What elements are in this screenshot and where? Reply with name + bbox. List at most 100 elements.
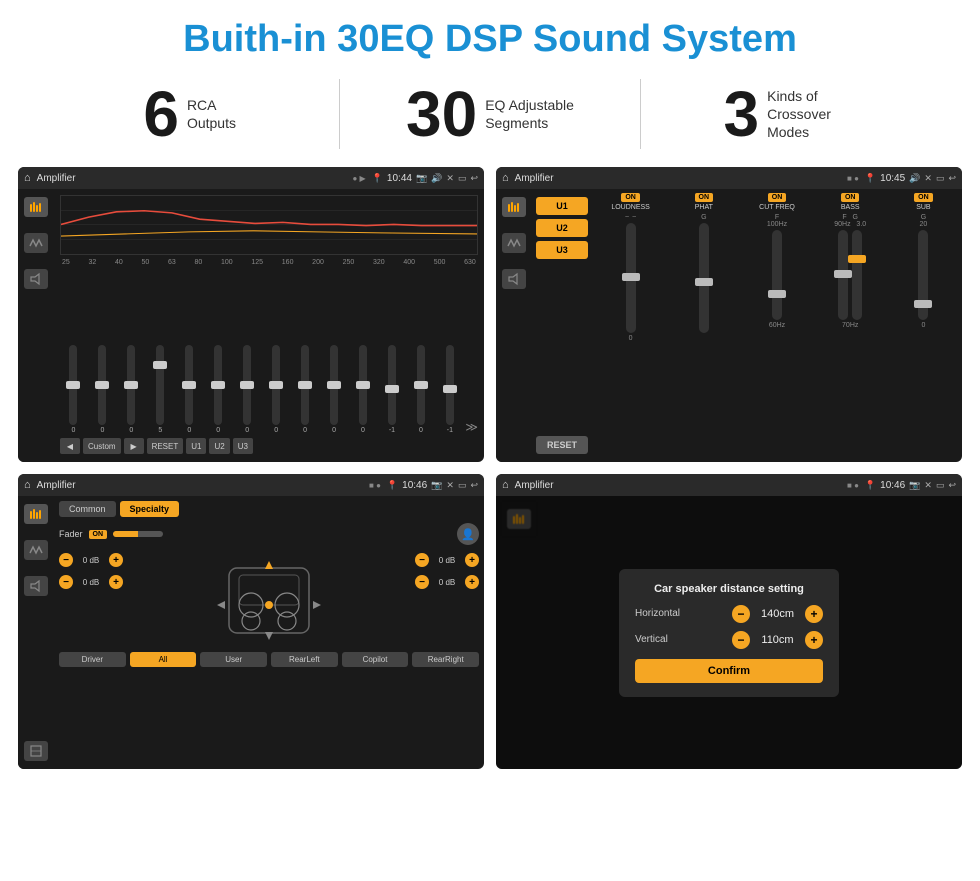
back-icon-3[interactable]: ↩ xyxy=(470,480,478,491)
vertical-minus-btn[interactable]: − xyxy=(732,631,750,649)
horizontal-plus-btn[interactable]: + xyxy=(805,605,823,623)
home-icon-3[interactable]: ⌂ xyxy=(24,479,31,491)
slider-thumb-12[interactable] xyxy=(414,381,428,389)
loudness-on[interactable]: ON xyxy=(621,193,640,202)
phat-slider[interactable] xyxy=(699,223,709,333)
cutfreq-slider[interactable] xyxy=(772,230,782,320)
slider-track-8[interactable] xyxy=(301,345,309,425)
btn-rearright-3[interactable]: RearRight xyxy=(412,652,479,667)
slider-thumb-9[interactable] xyxy=(327,381,341,389)
slider-thumb-2[interactable] xyxy=(124,381,138,389)
close-icon-2[interactable]: ✕ xyxy=(924,173,932,184)
fader-on-badge[interactable]: ON xyxy=(89,530,108,539)
sub-on[interactable]: ON xyxy=(914,193,933,202)
close-icon[interactable]: ✕ xyxy=(446,173,454,184)
expand-arrows[interactable]: ≫ xyxy=(465,420,478,434)
btn-copilot-3[interactable]: Copilot xyxy=(342,652,409,667)
sidebar2-eq-icon[interactable] xyxy=(502,197,526,217)
slider-thumb-0[interactable] xyxy=(66,381,80,389)
slider-thumb-11[interactable] xyxy=(385,385,399,393)
sidebar-wave-icon[interactable] xyxy=(24,233,48,253)
slider-track-3[interactable] xyxy=(156,345,164,425)
back-icon-2[interactable]: ↩ xyxy=(948,173,956,184)
slider-thumb-5[interactable] xyxy=(211,381,225,389)
tab-common-3[interactable]: Common xyxy=(59,501,116,517)
phat-thumb[interactable] xyxy=(695,278,713,286)
horizontal-minus-btn[interactable]: − xyxy=(732,605,750,623)
btn-user-3[interactable]: User xyxy=(200,652,267,667)
minus-btn-br[interactable]: − xyxy=(415,575,429,589)
slider-thumb-8[interactable] xyxy=(298,381,312,389)
sidebar2-speaker-icon[interactable] xyxy=(502,269,526,289)
back-icon-4[interactable]: ↩ xyxy=(948,480,956,491)
bass-thumb-f[interactable] xyxy=(834,270,852,278)
slider-track-1[interactable] xyxy=(98,345,106,425)
preset-u2-btn[interactable]: U2 xyxy=(536,219,588,237)
cutfreq-thumb[interactable] xyxy=(768,290,786,298)
sidebar-speaker-icon[interactable] xyxy=(24,269,48,289)
back-icon[interactable]: ↩ xyxy=(470,173,478,184)
cutfreq-on[interactable]: ON xyxy=(768,193,787,202)
eq-u1-btn[interactable]: U1 xyxy=(186,438,206,454)
plus-btn-tl[interactable]: + xyxy=(109,553,123,567)
minus-btn-tr[interactable]: − xyxy=(415,553,429,567)
plus-btn-br[interactable]: + xyxy=(465,575,479,589)
slider-track-2[interactable] xyxy=(127,345,135,425)
home-icon[interactable]: ⌂ xyxy=(24,172,31,184)
slider-track-7[interactable] xyxy=(272,345,280,425)
plus-btn-bl[interactable]: + xyxy=(109,575,123,589)
slider-track-5[interactable] xyxy=(214,345,222,425)
tab-specialty-3[interactable]: Specialty xyxy=(120,501,180,517)
slider-track-6[interactable] xyxy=(243,345,251,425)
slider-track-12[interactable] xyxy=(417,345,425,425)
window-icon-3[interactable]: ▭ xyxy=(458,480,467,491)
eq-u2-btn[interactable]: U2 xyxy=(209,438,229,454)
eq-prev-btn[interactable]: ◀ xyxy=(60,438,80,454)
sub-slider[interactable] xyxy=(918,230,928,320)
slider-track-0[interactable] xyxy=(69,345,77,425)
confirm-button[interactable]: Confirm xyxy=(635,659,823,683)
sidebar3-resize-icon[interactable] xyxy=(24,741,48,761)
btn-rearleft-3[interactable]: RearLeft xyxy=(271,652,338,667)
slider-track-10[interactable] xyxy=(359,345,367,425)
home-icon-4[interactable]: ⌂ xyxy=(502,479,509,491)
slider-thumb-13[interactable] xyxy=(443,385,457,393)
sidebar2-wave-icon[interactable] xyxy=(502,233,526,253)
loudness-thumb[interactable] xyxy=(622,273,640,281)
window-icon-2[interactable]: ▭ xyxy=(936,173,945,184)
slider-track-4[interactable] xyxy=(185,345,193,425)
vertical-plus-btn[interactable]: + xyxy=(805,631,823,649)
btn-driver-3[interactable]: Driver xyxy=(59,652,126,667)
close-icon-3[interactable]: ✕ xyxy=(446,480,454,491)
slider-track-11[interactable] xyxy=(388,345,396,425)
slider-track-9[interactable] xyxy=(330,345,338,425)
sub-thumb[interactable] xyxy=(914,300,932,308)
bass-slider-g[interactable] xyxy=(852,230,862,320)
btn-all-3[interactable]: All xyxy=(130,652,197,667)
sidebar3-wave-icon[interactable] xyxy=(24,540,48,560)
eq-reset-btn[interactable]: RESET xyxy=(147,438,184,454)
close-icon-4[interactable]: ✕ xyxy=(924,480,932,491)
sidebar3-eq-icon[interactable] xyxy=(24,504,48,524)
preset-reset-btn[interactable]: RESET xyxy=(536,436,588,454)
bass-on[interactable]: ON xyxy=(841,193,860,202)
phat-on[interactable]: ON xyxy=(695,193,714,202)
sidebar3-speaker-icon[interactable] xyxy=(24,576,48,596)
eq-next-btn[interactable]: ▶ xyxy=(124,438,144,454)
slider-thumb-6[interactable] xyxy=(240,381,254,389)
preset-u3-btn[interactable]: U3 xyxy=(536,241,588,259)
loudness-slider[interactable] xyxy=(626,223,636,333)
window-icon-4[interactable]: ▭ xyxy=(936,480,945,491)
sidebar-eq-icon[interactable] xyxy=(24,197,48,217)
preset-u1-btn[interactable]: U1 xyxy=(536,197,588,215)
fader-slider[interactable] xyxy=(113,531,163,537)
slider-thumb-4[interactable] xyxy=(182,381,196,389)
bass-slider-f[interactable] xyxy=(838,230,848,320)
slider-thumb-7[interactable] xyxy=(269,381,283,389)
slider-thumb-1[interactable] xyxy=(95,381,109,389)
minus-btn-tl[interactable]: − xyxy=(59,553,73,567)
home-icon-2[interactable]: ⌂ xyxy=(502,172,509,184)
slider-thumb-10[interactable] xyxy=(356,381,370,389)
slider-track-13[interactable] xyxy=(446,345,454,425)
minus-btn-bl[interactable]: − xyxy=(59,575,73,589)
